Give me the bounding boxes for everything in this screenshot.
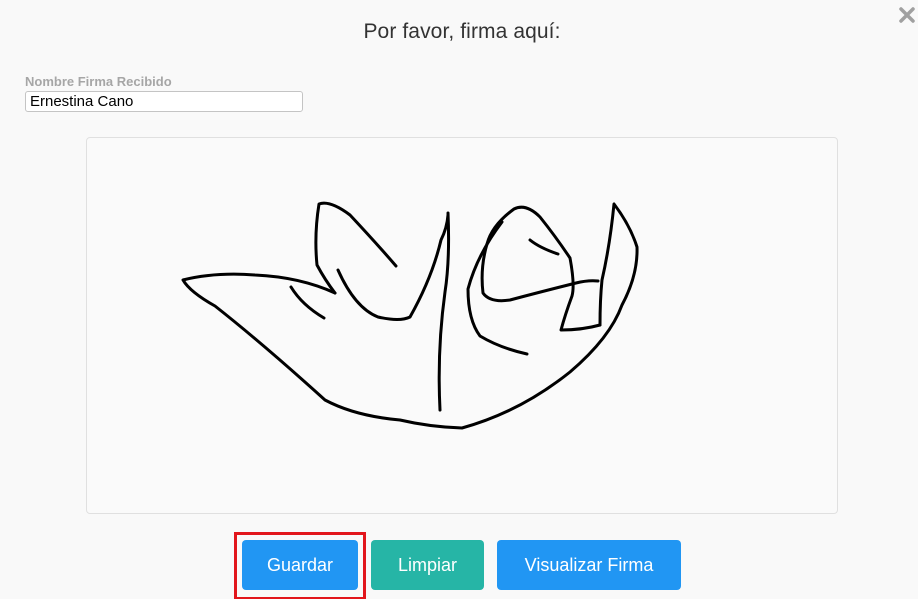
signature-pad[interactable] bbox=[86, 137, 838, 514]
dialog-title: Por favor, firma aquí: bbox=[363, 20, 561, 43]
signature-dialog: Por favor, firma aquí: Nombre Firma Reci… bbox=[0, 0, 918, 599]
view-signature-button[interactable]: Visualizar Firma bbox=[497, 540, 681, 590]
signature-drawing bbox=[181, 201, 639, 430]
save-button[interactable]: Guardar bbox=[242, 540, 358, 590]
name-field-label: Nombre Firma Recibido bbox=[25, 74, 172, 89]
clear-button[interactable]: Limpiar bbox=[371, 540, 484, 590]
name-input[interactable] bbox=[25, 91, 303, 112]
